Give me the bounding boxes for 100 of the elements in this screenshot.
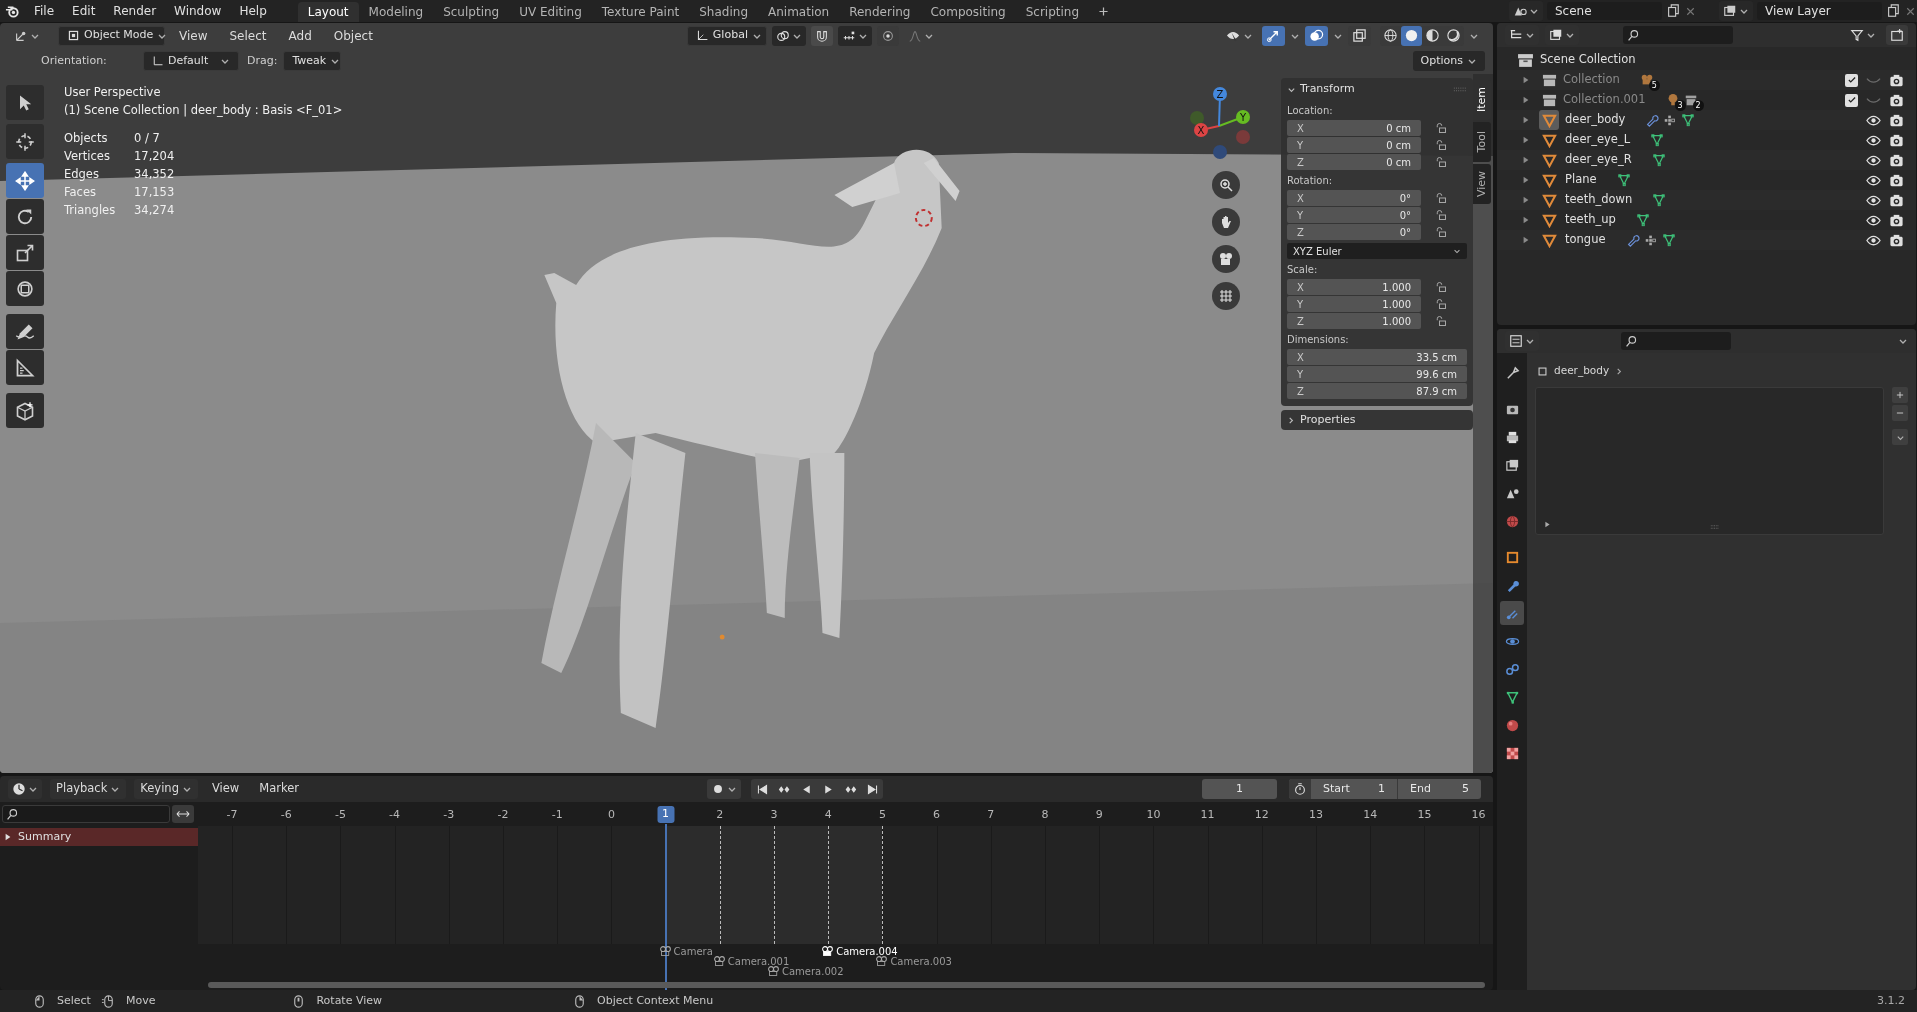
stat-value: 34,274 bbox=[134, 202, 176, 219]
workspace-tab[interactable]: Scripting bbox=[1015, 2, 1090, 22]
sidebar-tab[interactable]: Tool bbox=[1473, 122, 1491, 162]
menu-item[interactable]: Keying bbox=[134, 779, 198, 799]
sidebar-tab[interactable]: View bbox=[1473, 164, 1491, 204]
viewport-info-text: (1) Scene Collection | deer_body : Basis <F_01> bbox=[64, 102, 343, 119]
workspace-tab[interactable]: Rendering bbox=[839, 2, 921, 22]
status-hint: Move bbox=[125, 992, 156, 1009]
current-frame-indicator[interactable]: 1 bbox=[657, 806, 675, 823]
workspace-tab[interactable]: Layout bbox=[297, 2, 359, 22]
frame-number: 0 bbox=[607, 807, 615, 823]
frame-number: 2 bbox=[716, 807, 724, 823]
start-frame-field[interactable]: Start 1 bbox=[1311, 779, 1397, 799]
tree-item-label[interactable]: deer_body bbox=[1565, 111, 1626, 129]
number-field[interactable]: Y 99.6 cm bbox=[1287, 366, 1467, 382]
frame-number: -7 bbox=[226, 807, 238, 823]
view-layer-name-field[interactable]: View Layer bbox=[1757, 2, 1882, 20]
version-text: 3.1.2 bbox=[1877, 992, 1905, 1009]
tree-item-label[interactable]: deer_eye_L bbox=[1565, 131, 1631, 149]
number-field[interactable]: Y 1.000 bbox=[1287, 296, 1421, 312]
frame-number: 10 bbox=[1146, 807, 1161, 823]
group-label: Location: bbox=[1287, 104, 1334, 118]
stat-value: 0 / 7 bbox=[134, 130, 161, 147]
marker-label[interactable]: Camera.003 bbox=[890, 956, 952, 967]
frame-number: 3 bbox=[770, 807, 778, 823]
menu-item[interactable]: Window bbox=[165, 0, 231, 22]
workspace-tab[interactable]: Shading bbox=[689, 2, 758, 22]
frame-number: -5 bbox=[334, 807, 346, 823]
tree-item-label[interactable]: Collection.001 bbox=[1563, 91, 1646, 109]
status-hint: Object Context Menu bbox=[597, 992, 714, 1009]
rotation-mode-dropdown[interactable]: XYZ Euler bbox=[1287, 243, 1467, 259]
number-field[interactable]: Z 1.000 bbox=[1287, 313, 1421, 329]
group-label: Dimensions: bbox=[1287, 333, 1350, 347]
number-field[interactable]: X 0° bbox=[1287, 190, 1421, 206]
summary-channel[interactable]: Summary bbox=[0, 828, 198, 846]
group-label: Rotation: bbox=[1287, 174, 1334, 188]
workspace-tab[interactable]: Animation bbox=[758, 2, 840, 22]
transform-orientation-dropdown[interactable]: Default bbox=[143, 51, 239, 71]
tree-item-label[interactable]: Scene Collection bbox=[1540, 51, 1636, 69]
axis-gizmo[interactable]: X Y Z bbox=[1183, 82, 1263, 162]
status-hint: Select bbox=[57, 992, 91, 1009]
number-field[interactable]: Y 0 cm bbox=[1287, 137, 1421, 153]
menu-item[interactable]: Add bbox=[280, 26, 320, 45]
tree-item-label[interactable]: Plane bbox=[1565, 171, 1597, 189]
workspace-tab[interactable]: Texture Paint bbox=[591, 2, 690, 22]
current-frame-field[interactable]: 1 bbox=[1202, 779, 1277, 799]
marker-label[interactable]: Camera.004 bbox=[836, 946, 898, 957]
workspace-tab[interactable]: Sculpting bbox=[433, 2, 510, 22]
count-badge: 2 bbox=[1692, 100, 1704, 111]
breadcrumb-text: deer_body bbox=[1554, 363, 1610, 379]
scene-name-field[interactable]: Scene bbox=[1547, 2, 1662, 20]
workspace-tab[interactable]: UV Editing bbox=[509, 2, 592, 22]
frame-number: 6 bbox=[933, 807, 941, 823]
workspace-tab[interactable]: Modeling bbox=[358, 2, 434, 22]
frame-number: 15 bbox=[1417, 807, 1432, 823]
stat-label: Faces bbox=[64, 184, 97, 201]
frame-number: 12 bbox=[1254, 807, 1269, 823]
tree-item-label[interactable]: Collection bbox=[1563, 71, 1620, 89]
tree-item-label[interactable]: teeth_up bbox=[1565, 211, 1616, 229]
status-hint: Rotate View bbox=[316, 992, 383, 1009]
number-field[interactable]: X 1.000 bbox=[1287, 279, 1421, 295]
number-field[interactable]: Z 0 cm bbox=[1287, 154, 1421, 170]
number-field[interactable]: Z 87.9 cm bbox=[1287, 383, 1467, 399]
options-button[interactable]: Options bbox=[1412, 51, 1485, 71]
frame-number: -1 bbox=[551, 807, 563, 823]
frame-number: 5 bbox=[878, 807, 886, 823]
number-field[interactable]: Y 0° bbox=[1287, 207, 1421, 223]
menu-item[interactable]: Select bbox=[221, 26, 275, 45]
number-field[interactable]: X 0 cm bbox=[1287, 120, 1421, 136]
stat-label: Vertices bbox=[64, 148, 111, 165]
frame-number: 7 bbox=[987, 807, 995, 823]
number-field[interactable]: Z 0° bbox=[1287, 224, 1421, 240]
tree-item-label[interactable]: tongue bbox=[1565, 231, 1606, 249]
menu-item[interactable]: Playback bbox=[50, 779, 127, 799]
marker-label[interactable]: Camera.001 bbox=[727, 956, 790, 967]
properties-panel-header[interactable]: Properties bbox=[1281, 410, 1473, 430]
mode-dropdown[interactable]: Object Mode bbox=[58, 25, 165, 46]
workspace-tab[interactable]: Compositing bbox=[920, 2, 1016, 22]
panel-title[interactable]: Transform bbox=[1300, 80, 1355, 98]
menu-item[interactable]: Edit bbox=[63, 0, 105, 22]
menu-item[interactable]: View bbox=[171, 26, 216, 45]
menu-item[interactable]: Help bbox=[230, 0, 276, 22]
stat-label: Objects bbox=[64, 130, 109, 147]
tree-item-label[interactable]: deer_eye_R bbox=[1565, 151, 1632, 169]
end-frame-field[interactable]: End 5 bbox=[1397, 779, 1481, 799]
viewport-info-text: User Perspective bbox=[64, 84, 162, 101]
stat-value: 34,352 bbox=[134, 166, 176, 183]
stat-value: 17,204 bbox=[134, 148, 176, 165]
menu-item[interactable]: View bbox=[205, 779, 246, 799]
tree-item-label[interactable]: teeth_down bbox=[1565, 191, 1633, 209]
drag-dropdown[interactable]: Tweak bbox=[283, 51, 342, 71]
menu-item[interactable]: Marker bbox=[253, 779, 305, 799]
number-field[interactable]: X 33.5 cm bbox=[1287, 349, 1467, 365]
marker-label[interactable]: Camera bbox=[673, 946, 713, 957]
frame-number: 16 bbox=[1471, 807, 1486, 823]
menu-item[interactable]: Object bbox=[325, 26, 381, 45]
menu-item[interactable]: Render bbox=[104, 0, 166, 22]
menu-item[interactable]: File bbox=[25, 0, 64, 22]
frame-number: 14 bbox=[1363, 807, 1378, 823]
marker-label[interactable]: Camera.002 bbox=[782, 966, 844, 977]
